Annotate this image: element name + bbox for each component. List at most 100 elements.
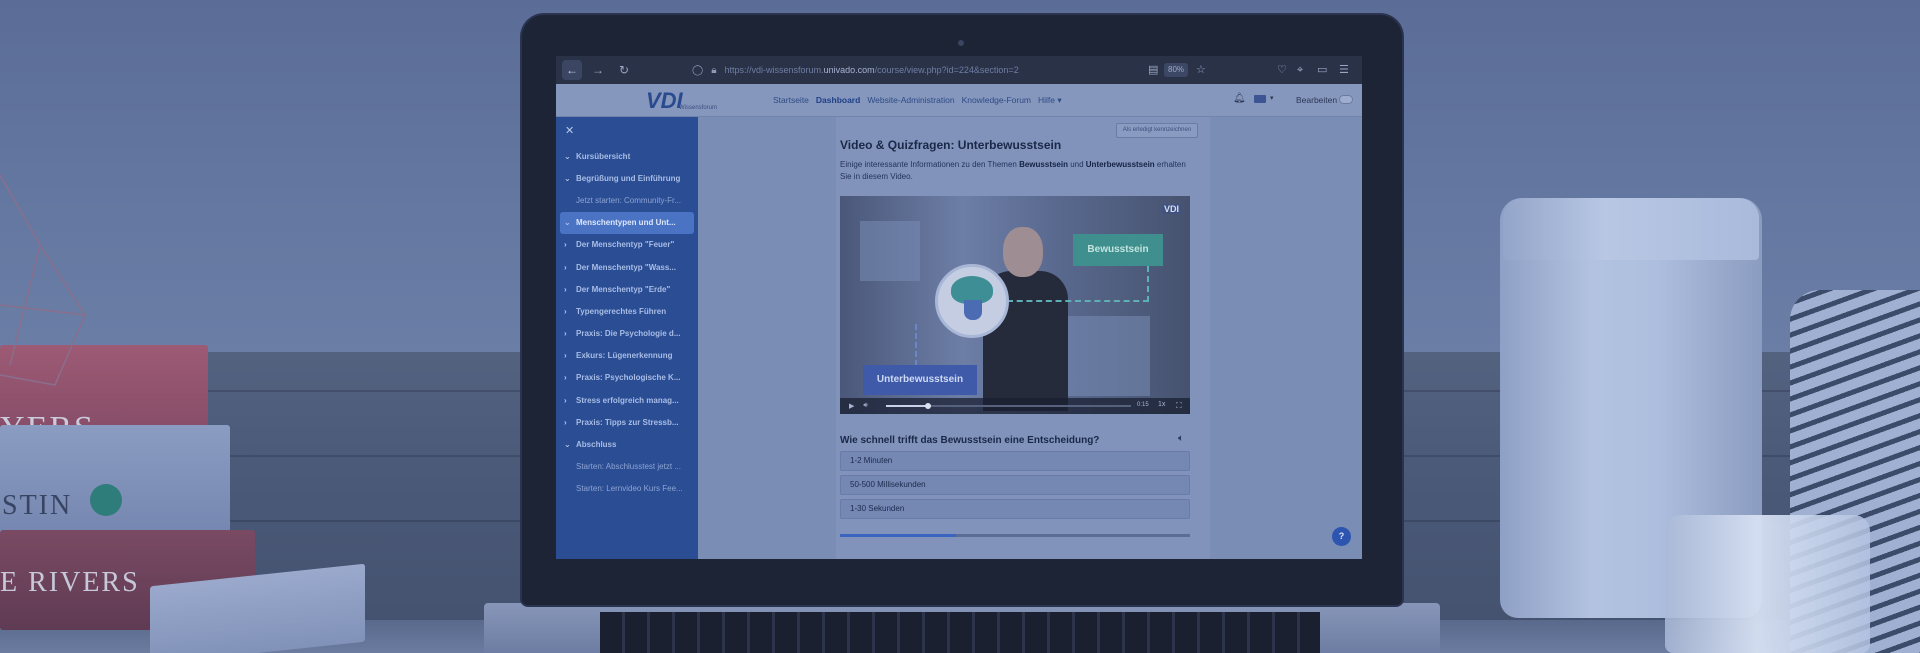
menu-icon[interactable]: ☰ bbox=[1339, 63, 1349, 77]
connector-line bbox=[1007, 300, 1149, 302]
glass-jar bbox=[1665, 515, 1870, 653]
pocket-icon[interactable]: ♡ bbox=[1277, 63, 1287, 77]
close-icon[interactable]: ✕ bbox=[565, 124, 574, 137]
nav-startseite[interactable]: Startseite bbox=[773, 95, 809, 106]
chevron-down-icon[interactable]: ▾ bbox=[1270, 94, 1274, 102]
sidebar-item-label: Typengerechtes Führen bbox=[576, 306, 667, 316]
sidebar-item[interactable]: Starten: Abschlusstest jetzt ... bbox=[560, 456, 694, 478]
chevron-down-icon[interactable]: ⌄ bbox=[564, 440, 576, 449]
bookmark-star-icon[interactable]: ☆ bbox=[1196, 63, 1206, 77]
help-button[interactable]: ? bbox=[1332, 527, 1351, 546]
book-emblem bbox=[90, 484, 122, 516]
sidebar-item-label: Starten: Abschlusstest jetzt ... bbox=[576, 462, 681, 472]
nav-dashboard[interactable]: Dashboard bbox=[816, 95, 860, 106]
video-time: 0:15 bbox=[1137, 402, 1149, 408]
keyboard bbox=[600, 612, 1320, 653]
chevron-right-icon[interactable]: › bbox=[564, 307, 576, 316]
nav-website-administration[interactable]: Website-Administration bbox=[867, 95, 954, 106]
chevron-right-icon[interactable]: › bbox=[564, 329, 576, 338]
language-flag-icon[interactable] bbox=[1254, 95, 1266, 103]
chevron-down-icon[interactable]: ⌄ bbox=[564, 174, 576, 183]
chevron-right-icon[interactable]: › bbox=[564, 373, 576, 382]
main-content: Als erledigt kennzeichnen Video & Quizfr… bbox=[698, 117, 1362, 559]
quiz-option[interactable]: 1-30 Sekunden bbox=[840, 499, 1190, 519]
fullscreen-icon[interactable]: ⛶ bbox=[1176, 401, 1182, 411]
volume-icon[interactable]: 🔊︎ bbox=[863, 402, 867, 410]
section-title: Video & Quizfragen: Unterbewusstsein bbox=[840, 138, 1062, 152]
chevron-right-icon[interactable]: › bbox=[564, 240, 576, 249]
sidebar-item-label: Praxis: Die Psychologie d... bbox=[576, 329, 681, 339]
sidebar-item[interactable]: Starten: Lernvideo Kurs Fee... bbox=[560, 478, 694, 500]
url-prefix: https://vdi-wissensforum. bbox=[724, 65, 824, 75]
bell-icon[interactable]: 🔔︎ bbox=[1233, 93, 1246, 104]
speaker-icon[interactable]: 🔈︎ bbox=[1178, 433, 1184, 444]
site-header: VDI Wissensforum Startseite Dashboard We… bbox=[556, 84, 1362, 117]
nav-hilfe[interactable]: Hilfe ▾ bbox=[1038, 95, 1062, 106]
chevron-right-icon[interactable]: › bbox=[564, 396, 576, 405]
video-controls: ▶ 🔊︎ 0:15 1x ⛶ bbox=[840, 398, 1190, 414]
sidebar-item-label: Stress erfolgreich manag... bbox=[576, 395, 679, 405]
course-index-list: ⌄ Kursübersicht ⌄ Begrüßung und Einführung J… bbox=[560, 145, 694, 500]
chevron-right-icon[interactable]: › bbox=[564, 351, 576, 360]
extensions-icon[interactable]: ▭ bbox=[1317, 63, 1327, 77]
chevron-right-icon[interactable]: › bbox=[564, 285, 576, 294]
reload-icon[interactable]: ↻ bbox=[614, 60, 634, 80]
intro-text: Einige interessante Informationen zu den… bbox=[840, 160, 1020, 169]
sidebar-item[interactable]: › Exkurs: Lügenerkennung bbox=[560, 345, 694, 367]
quiz-option[interactable]: 50-500 Millisekunden bbox=[840, 475, 1190, 495]
sidebar-item[interactable]: Jetzt starten: Community-Fr... bbox=[560, 189, 694, 211]
address-bar[interactable]: ◯ 🔒︎ https://vdi-wissensforum. univado.co… bbox=[692, 61, 1112, 79]
sidebar-item[interactable]: › Typengerechtes Führen bbox=[560, 300, 694, 322]
chevron-down-icon: ▾ bbox=[1057, 95, 1062, 105]
sidebar-item[interactable]: › Der Menschentyp "Erde" bbox=[560, 278, 694, 300]
sidebar-item[interactable]: ⌄ Abschluss bbox=[560, 433, 694, 455]
sidebar-item[interactable]: › Der Menschentyp "Feuer" bbox=[560, 234, 694, 256]
playback-speed-button[interactable]: 1x bbox=[1158, 401, 1165, 408]
mark-done-button[interactable]: Als erledigt kennzeichnen bbox=[1116, 123, 1198, 138]
forward-icon[interactable]: → bbox=[588, 60, 608, 80]
browser-toolbar: ← → ↻ ◯ 🔒︎ https://vdi-wissensforum. univ… bbox=[556, 56, 1362, 84]
label-bewusstsein: Bewusstsein bbox=[1073, 234, 1163, 266]
laptop-screen: ← → ↻ ◯ 🔒︎ https://vdi-wissensforum. univ… bbox=[556, 56, 1362, 559]
back-icon[interactable]: ← bbox=[562, 60, 582, 80]
book-title: E RIVERS bbox=[0, 567, 140, 598]
sidebar-item[interactable]: ⌄ Begrüßung und Einführung bbox=[560, 167, 694, 189]
video-watermark: VDI bbox=[1162, 204, 1182, 214]
chevron-right-icon[interactable]: › bbox=[564, 418, 576, 427]
sidebar-item-label: Praxis: Psychologische K... bbox=[576, 373, 681, 383]
nav-hilfe-label: Hilfe bbox=[1038, 95, 1056, 105]
sidebar-item[interactable]: ⌄ Menschentypen und Unt... bbox=[560, 211, 694, 234]
vdi-logo[interactable]: VDI bbox=[646, 88, 683, 114]
video-scrub-handle[interactable] bbox=[924, 403, 931, 409]
intro-bold-bewusstsein: Bewusstsein bbox=[1019, 160, 1068, 169]
quiz-progress-bar bbox=[840, 534, 1190, 537]
sidebar-item[interactable]: › Praxis: Die Psychologie d... bbox=[560, 323, 694, 345]
crop-icon[interactable]: ⌖ bbox=[1297, 63, 1303, 77]
connector-line bbox=[915, 324, 917, 366]
sidebar-item-label: Begrüßung und Einführung bbox=[576, 173, 681, 183]
video-progress-bar[interactable] bbox=[886, 403, 1131, 409]
intro-text: und bbox=[1067, 160, 1086, 169]
quiz-question: Wie schnell trifft das Bewusstsein eine … bbox=[840, 435, 1100, 446]
edit-mode-toggle[interactable] bbox=[1339, 95, 1353, 104]
chevron-down-icon[interactable]: ⌄ bbox=[564, 218, 576, 227]
url-path: /course/view.php?id=224&section=2 bbox=[874, 65, 1019, 75]
reader-view-icon[interactable]: ▤ bbox=[1148, 63, 1158, 77]
sidebar-item[interactable]: › Der Menschentyp "Wass... bbox=[560, 256, 694, 278]
sidebar-item-label: Exkurs: Lügenerkennung bbox=[576, 351, 673, 361]
quiz-option[interactable]: 1-2 Minuten bbox=[840, 451, 1190, 471]
nav-knowledge-forum[interactable]: Knowledge-Forum bbox=[962, 95, 1031, 106]
sidebar-item[interactable]: › Praxis: Tipps zur Stressb... bbox=[560, 411, 694, 433]
chevron-right-icon[interactable]: › bbox=[564, 263, 576, 272]
course-index-drawer: ✕ ⌄ Kursübersicht ⌄ Begrüßung und Einführun… bbox=[556, 117, 698, 559]
chevron-down-icon[interactable]: ⌄ bbox=[564, 152, 576, 161]
video-player[interactable]: Bewusstsein Unterbewusstsein VDI ▶ 🔊︎ 0:… bbox=[840, 196, 1190, 414]
play-icon[interactable]: ▶ bbox=[849, 402, 854, 410]
sidebar-item[interactable]: › Praxis: Psychologische K... bbox=[560, 367, 694, 389]
video-progress-fill bbox=[886, 405, 928, 407]
sidebar-item[interactable]: › Stress erfolgreich manag... bbox=[560, 389, 694, 411]
zoom-level[interactable]: 80% bbox=[1164, 63, 1189, 77]
sidebar-item[interactable]: ⌄ Kursübersicht bbox=[560, 145, 694, 167]
sidebar-item-label: Praxis: Tipps zur Stressb... bbox=[576, 417, 679, 427]
presenter-head bbox=[1003, 227, 1043, 277]
